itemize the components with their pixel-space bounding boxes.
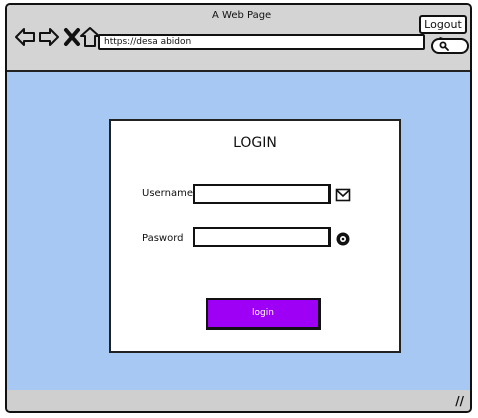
password-label: Pasword [142,233,184,244]
username-label: Username [142,188,193,199]
resize-grip-icon[interactable]: // [455,394,464,408]
browser-window: A Web Page https://desa abidon Logout > … [5,3,472,413]
password-input[interactable] [193,227,331,247]
logout-button[interactable]: Logout > [419,15,467,46]
window-title: A Web Page [212,10,272,21]
login-card: LOGIN Username Pasword login [109,119,401,353]
status-bar: // [7,390,470,411]
search-icon [439,41,449,51]
url-input[interactable]: https://desa abidon [98,34,425,50]
login-title: LOGIN [233,135,277,151]
eye-icon[interactable] [335,231,351,247]
search-button[interactable] [431,38,469,54]
arrow-right-icon[interactable] [38,25,60,49]
envelope-icon [335,188,351,202]
username-input[interactable] [193,184,331,204]
arrow-left-icon[interactable] [14,25,36,49]
login-button[interactable]: login [206,298,321,330]
browser-toolbar: A Web Page https://desa abidon Logout > [7,5,470,72]
page-content: LOGIN Username Pasword login [7,72,470,392]
